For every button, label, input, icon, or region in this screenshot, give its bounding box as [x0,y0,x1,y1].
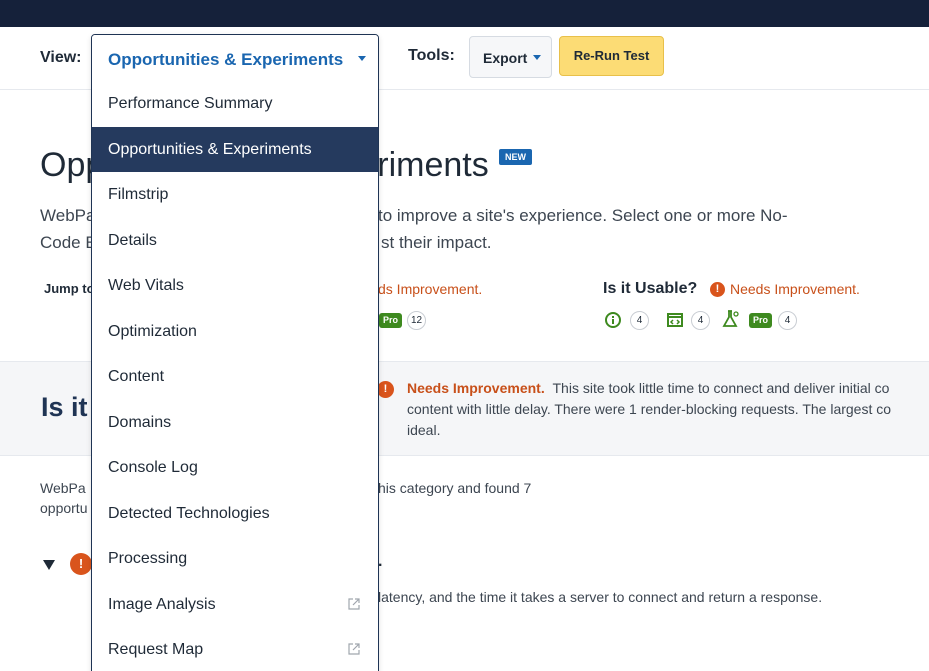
tools-label: Tools: [408,47,455,64]
view-option-domains[interactable]: Domains [92,400,378,446]
external-link-icon [348,643,360,655]
body-line1-end: his category and found 7 [378,480,532,496]
section-line2: content with little delay. There were 1 … [407,401,892,417]
view-option-console-log[interactable]: Console Log [92,445,378,491]
expand-triangle-icon[interactable] [43,560,55,570]
chevron-down-icon [533,55,541,60]
jump-to-label: Jump to [44,281,95,296]
section-heading: Is it [41,392,88,422]
section-line3: ideal. [407,422,441,438]
intro-line1-start: WebPa [40,206,96,225]
code-window-icon [667,313,683,327]
view-option-filmstrip[interactable]: Filmstrip [92,172,378,218]
body-line2-start: opportu [40,500,88,516]
section-line1: This site took little time to connect an… [552,380,890,396]
section-status-label: Needs Improvement. [407,380,545,396]
intro-line2-end: st their impact. [381,233,492,252]
view-option-optimization[interactable]: Optimization [92,309,378,355]
view-select-trigger[interactable]: Opportunities & Experiments [92,35,378,81]
view-option-details[interactable]: Details [92,218,378,264]
view-option-image-analysis[interactable]: Image Analysis [92,582,378,628]
usable-heading[interactable]: Is it Usable? [603,280,697,298]
top-nav-bar [0,0,929,27]
view-label: View: [40,49,82,66]
page-title-end: riments [377,146,489,184]
view-option-opportunities-experiments[interactable]: Opportunities & Experiments [92,126,378,172]
intro-line2-start: Code E [40,233,97,252]
view-option-detected-technologies[interactable]: Detected Technologies [92,491,378,537]
view-option-performance-summary[interactable]: Performance Summary [92,81,378,127]
new-badge: NEW [499,149,532,165]
usable-status-text: Needs Improvement. [730,281,860,297]
count-badge: 4 [691,311,710,330]
view-options-list: Performance Summary Opportunities & Expe… [92,81,378,671]
export-button[interactable]: Export [469,36,552,78]
count-badge: 4 [778,311,797,330]
rerun-test-button[interactable]: Re-Run Test [559,36,664,76]
external-link-icon [348,597,360,610]
view-option-request-map[interactable]: Request Map [92,627,378,671]
pro-badge: Pro [749,313,773,328]
view-select-dropdown[interactable]: Opportunities & Experiments Performance … [91,34,379,671]
view-option-processing[interactable]: Processing [92,536,378,582]
flask-icon [722,310,739,327]
warning-icon: ! [70,553,92,575]
pro-badge: Pro [379,313,403,328]
chevron-down-icon [358,56,366,61]
warning-icon: ! [710,282,725,297]
count-badge: 12 [407,311,426,330]
count-badge: 4 [630,311,649,330]
view-option-web-vitals[interactable]: Web Vitals [92,263,378,309]
left-status-text: ds Improvement. [378,281,483,297]
opportunity-description: latency, and the time it takes a server … [378,589,823,605]
intro-line1-end: to improve a site's experience. Select o… [378,206,788,225]
view-option-label: Request Map [108,641,204,658]
warning-icon: ! [377,381,394,398]
view-option-label: Image Analysis [108,595,216,613]
body-line1-start: WebPa [40,480,86,496]
view-select-value: Opportunities & Experiments [108,50,344,69]
export-button-label: Export [483,50,528,66]
info-circle-icon [605,312,621,328]
view-option-content[interactable]: Content [92,354,378,400]
